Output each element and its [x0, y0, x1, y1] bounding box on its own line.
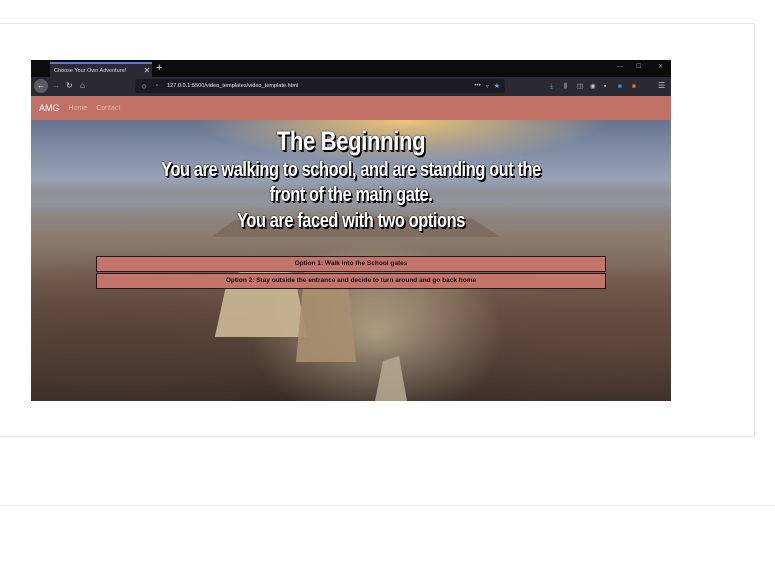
- story-title: The Beginning: [276, 126, 426, 156]
- extension-orange-icon[interactable]: ■: [632, 82, 636, 91]
- story-prompt: You are faced with two options: [237, 210, 465, 232]
- site-brand[interactable]: AMG: [39, 103, 60, 113]
- option-2-button[interactable]: Option 2: Stay outside the entrance and …: [96, 273, 606, 289]
- page-content: AMG Home Contact The Beginning You are w…: [31, 96, 671, 401]
- browser-toolbar: ← → ↻ ⌂ ◇ ▫ 127.0.0.1:5500/video_templat…: [31, 77, 671, 96]
- site-navbar: AMG Home Contact: [31, 96, 671, 120]
- window-close-icon[interactable]: ✕: [658, 63, 663, 71]
- menu-icon[interactable]: ☰: [658, 81, 665, 90]
- divider: [0, 505, 775, 506]
- option-1-button[interactable]: Option 1: Walk into the School gates: [96, 256, 606, 272]
- tab-title: Choose Your Own Adventure!: [54, 67, 127, 74]
- extension-blue-icon[interactable]: ■: [618, 82, 622, 91]
- reload-icon[interactable]: ↻: [66, 80, 73, 92]
- story-section: The Beginning You are walking to school,…: [31, 120, 671, 401]
- story-scene: You are walking to school, and are stand…: [161, 159, 541, 206]
- sidebar-icon[interactable]: ◫: [577, 82, 583, 91]
- page-info-icon[interactable]: ▫: [153, 83, 161, 89]
- minimize-icon[interactable]: —: [617, 63, 623, 71]
- nav-link-home[interactable]: Home: [69, 105, 88, 112]
- account-icon[interactable]: ◉: [590, 82, 596, 91]
- extension-icon[interactable]: ▪: [604, 82, 606, 91]
- address-bar[interactable]: ◇ ▫ 127.0.0.1:5500/video_templates/video…: [135, 79, 505, 93]
- tab-close-icon[interactable]: ✕: [142, 66, 152, 75]
- tab-strip: Choose Your Own Adventure! ✕ + — ☐ ✕: [31, 60, 671, 77]
- home-icon[interactable]: ⌂: [80, 80, 85, 92]
- pocket-icon[interactable]: ▿: [486, 83, 489, 90]
- forward-icon[interactable]: →: [52, 80, 60, 92]
- bookmark-star-icon[interactable]: ★: [494, 82, 500, 90]
- new-tab-icon[interactable]: +: [156, 62, 162, 74]
- maximize-icon[interactable]: ☐: [636, 63, 641, 71]
- nav-link-contact[interactable]: Contact: [96, 105, 120, 112]
- url-text[interactable]: 127.0.0.1:5500/video_templates/video_tem…: [167, 83, 474, 89]
- library-icon[interactable]: ⫼: [564, 82, 567, 91]
- browser-tab[interactable]: Choose Your Own Adventure! ✕: [50, 62, 152, 77]
- download-icon[interactable]: ⤓: [550, 82, 553, 91]
- back-icon[interactable]: ←: [34, 79, 48, 93]
- browser-window: Choose Your Own Adventure! ✕ + — ☐ ✕ ← →…: [31, 60, 671, 401]
- page-actions-icon[interactable]: •••: [474, 83, 480, 89]
- shield-icon[interactable]: ◇: [140, 83, 148, 90]
